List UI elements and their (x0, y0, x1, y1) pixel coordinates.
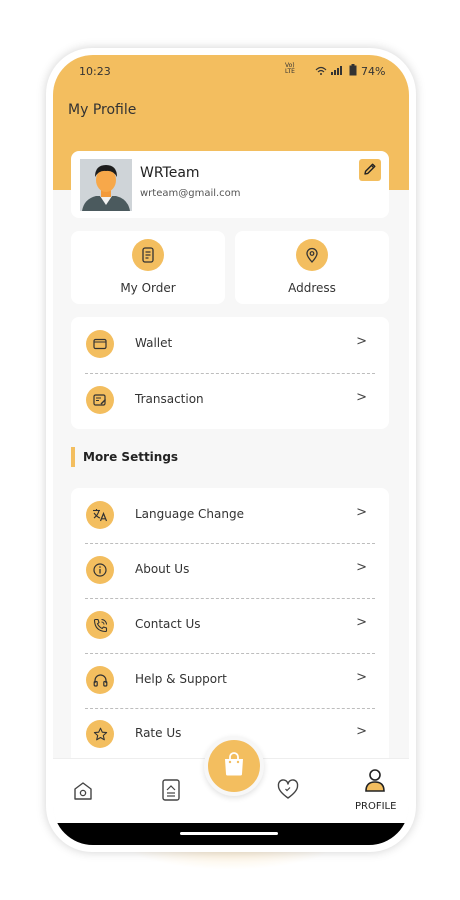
address-label: Address (288, 281, 336, 295)
chevron-right-icon: > (356, 560, 367, 575)
profile-card[interactable]: WRTeam wrteam@gmail.com (71, 151, 389, 218)
chevron-right-icon: > (356, 724, 367, 739)
chevron-right-icon: > (356, 615, 367, 630)
pencil-icon (363, 161, 377, 180)
status-bar: 10:23 Vo) LTE 74% (53, 55, 409, 85)
app-screen: 10:23 Vo) LTE 74% My Profile WRTeam wrte… (53, 55, 409, 845)
home-icon (72, 780, 94, 806)
page-title: My Profile (68, 102, 137, 118)
menu-item-contact-us[interactable]: Contact Us > (71, 598, 389, 653)
menu-item-label: Transaction (135, 392, 204, 406)
menu-item-label: Rate Us (135, 726, 182, 740)
menu-item-label: Contact Us (135, 617, 201, 631)
user-email: wrteam@gmail.com (140, 188, 241, 199)
heart-icon (276, 779, 300, 805)
avatar (80, 159, 132, 211)
menu-item-label: About Us (135, 562, 190, 576)
status-time: 10:23 (79, 65, 111, 78)
user-name: WRTeam (140, 165, 200, 181)
signal-icons (315, 65, 345, 79)
profile-icon (364, 767, 386, 797)
more-settings-menu: Language Change > About Us > Contact Us … (71, 488, 389, 778)
menu-item-language-change[interactable]: Language Change > (71, 488, 389, 543)
menu-item-about-us[interactable]: About Us > (71, 543, 389, 598)
menu-item-label: Language Change (135, 507, 244, 521)
nav-profile-label[interactable]: PROFILE (355, 801, 396, 812)
menu-item-label: Wallet (135, 336, 173, 350)
transaction-icon (86, 386, 114, 414)
orders-icon (160, 778, 182, 806)
menu-item-transaction[interactable]: Transaction > (71, 373, 389, 428)
menu-item-label: Help & Support (135, 672, 227, 686)
section-title: More Settings (71, 447, 178, 467)
shopping-bag-icon (222, 751, 246, 781)
nav-orders[interactable] (157, 778, 185, 806)
my-order-tile[interactable]: My Order (71, 231, 225, 304)
chevron-right-icon: > (356, 505, 367, 520)
address-tile[interactable]: Address (235, 231, 389, 304)
chevron-right-icon: > (356, 670, 367, 685)
chevron-right-icon: > (356, 334, 367, 349)
my-order-label: My Order (120, 281, 176, 295)
nav-profile[interactable] (363, 768, 387, 796)
location-pin-icon (296, 239, 328, 271)
battery-icon (349, 64, 357, 79)
menu-item-wallet[interactable]: Wallet > (71, 317, 389, 372)
chevron-right-icon: > (356, 390, 367, 405)
info-icon (86, 556, 114, 584)
menu-item-help-support[interactable]: Help & Support > (71, 653, 389, 708)
nav-favorites[interactable] (274, 779, 302, 805)
account-menu: Wallet > Transaction > (71, 317, 389, 429)
star-icon (86, 720, 114, 748)
edit-profile-button[interactable] (359, 159, 381, 181)
system-navigation-bar (53, 823, 409, 845)
battery-level: 74% (361, 65, 386, 78)
headphones-icon (86, 666, 114, 694)
wallet-icon (86, 330, 114, 358)
receipt-icon (132, 239, 164, 271)
translate-icon (86, 501, 114, 529)
cart-button[interactable] (204, 736, 264, 796)
home-indicator[interactable] (180, 832, 278, 835)
nav-home[interactable] (69, 780, 97, 806)
phone-icon (86, 611, 114, 639)
network-speed: Vo) LTE (285, 62, 295, 75)
